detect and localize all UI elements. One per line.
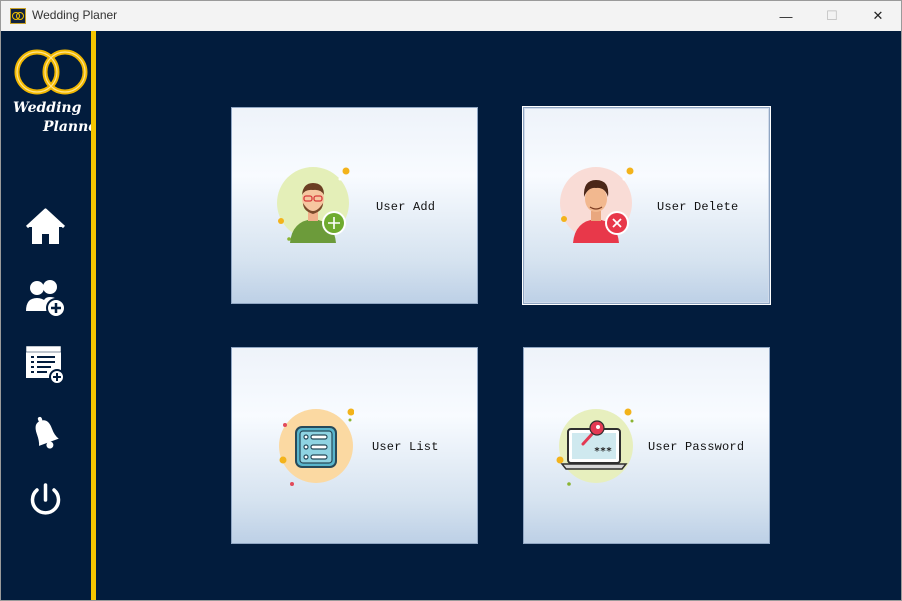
user-add-label: User Add — [376, 200, 436, 214]
list-icon — [279, 408, 354, 486]
sidebar-item-notifications[interactable] — [23, 411, 68, 456]
wedding-planner-logo: Wedding Planner — [11, 44, 105, 136]
maximize-button[interactable]: ☐ — [809, 1, 855, 31]
title-bar: Wedding Planer — ☐ ✕ — [1, 1, 901, 31]
window-title: Wedding Planer — [32, 8, 118, 22]
user-add-icon — [277, 167, 350, 243]
user-list-label: User List — [372, 440, 439, 454]
user-password-card[interactable]: *** User Password — [523, 347, 770, 544]
user-delete-card[interactable]: User Delete — [522, 106, 771, 305]
user-add-card[interactable]: User Add — [231, 107, 478, 304]
user-password-label: User Password — [648, 440, 745, 454]
app-logo-icon — [10, 8, 26, 24]
sidebar-item-logout[interactable] — [23, 478, 68, 523]
sidebar: Wedding Planner — [1, 31, 105, 600]
logo-text-line1: Wedding — [13, 100, 82, 116]
app-window: Wedding Planer — ☐ ✕ Wedding Planner Use… — [0, 0, 902, 601]
wedding-rings-icon — [14, 49, 88, 95]
laptop-key-icon: *** — [556, 408, 634, 486]
add-list-icon — [25, 345, 65, 385]
minimize-button[interactable]: — — [763, 1, 809, 31]
password-stars: *** — [594, 446, 612, 457]
power-icon — [30, 483, 61, 515]
user-delete-label: User Delete — [657, 200, 739, 214]
close-button[interactable]: ✕ — [855, 1, 901, 31]
sidebar-item-add-list[interactable] — [23, 342, 68, 387]
main-panel: User Add User Delete User List *** User … — [96, 31, 901, 600]
user-list-card[interactable]: User List — [231, 347, 478, 544]
sidebar-item-add-user[interactable] — [23, 275, 68, 320]
user-delete-icon — [560, 167, 634, 243]
sidebar-item-home[interactable] — [23, 206, 68, 251]
add-user-icon — [26, 280, 66, 318]
bell-icon — [35, 416, 59, 449]
home-icon — [25, 208, 66, 244]
